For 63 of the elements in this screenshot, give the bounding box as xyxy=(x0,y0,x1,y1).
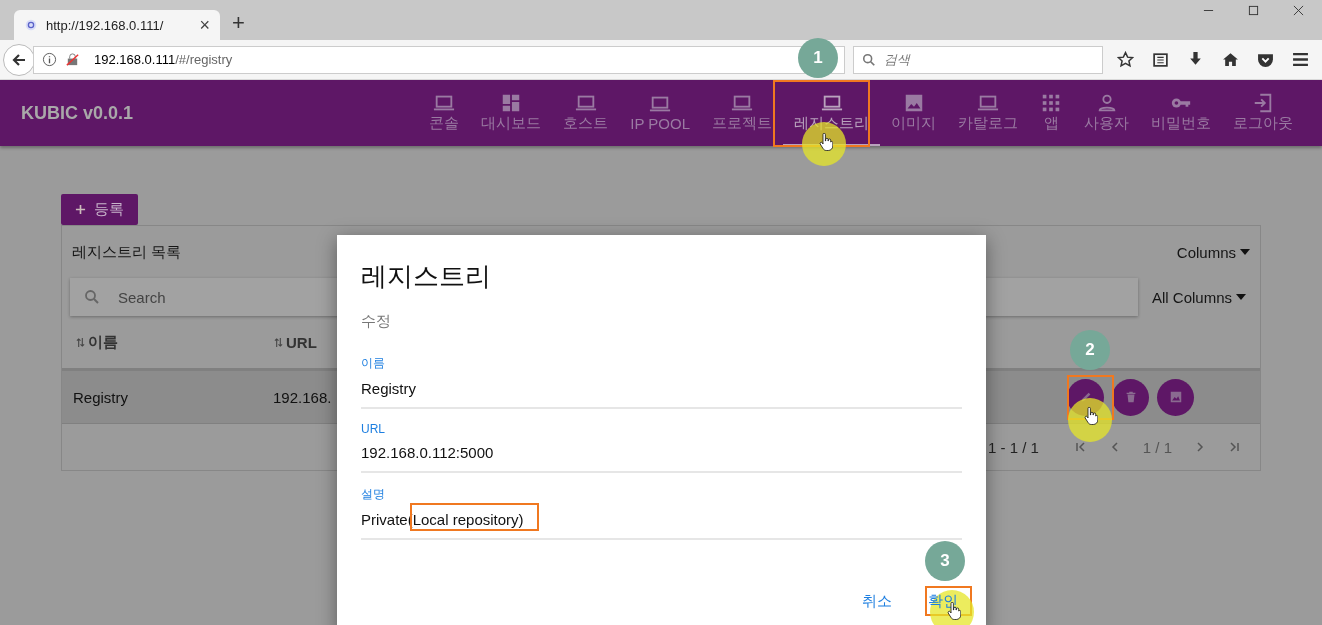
nav-item[interactable]: 사용자 xyxy=(1073,80,1140,146)
sort-icon xyxy=(274,336,283,348)
globe-icon xyxy=(24,18,38,32)
table-cell-text: Registry xyxy=(73,388,129,406)
text-field[interactable]: URL 192.168.0.112:5000 xyxy=(361,422,962,473)
dialog-title: 레지스트리 xyxy=(361,260,492,293)
column-header[interactable]: 이름 xyxy=(76,332,274,352)
url-text: 192.168.0.111/#/registry xyxy=(94,52,233,67)
close-tab-button[interactable]: × xyxy=(199,14,210,36)
image-button[interactable] xyxy=(1157,378,1194,416)
clipboard-icon[interactable] xyxy=(1152,51,1169,68)
browser-search-field[interactable]: 검색 xyxy=(853,45,1103,74)
nav-item[interactable]: IP POOL xyxy=(619,80,701,146)
step-badge: 2 xyxy=(1070,330,1110,370)
nav-item[interactable]: 로그아웃 xyxy=(1222,80,1304,146)
sort-icon xyxy=(76,336,85,348)
nav-item[interactable]: 앱 xyxy=(1029,80,1073,146)
columns-dropdown[interactable]: Columns xyxy=(1176,243,1250,261)
image-icon xyxy=(1168,390,1183,404)
browser-tab[interactable]: http://192.168.0.111/ × xyxy=(14,10,220,40)
tab-title: http://192.168.0.111/ xyxy=(46,17,165,33)
app-title: KUBIC v0.0.1 xyxy=(21,102,134,124)
bookmark-star-icon[interactable] xyxy=(1117,51,1134,68)
pocket-icon[interactable] xyxy=(1257,51,1274,68)
nav-item[interactable]: 이미지 xyxy=(880,80,947,146)
close-icon[interactable] xyxy=(1293,5,1304,16)
nav-item[interactable]: 비밀번호 xyxy=(1140,80,1222,146)
maximize-icon[interactable] xyxy=(1248,5,1259,16)
column-header[interactable]: URL xyxy=(274,333,317,351)
nav-item[interactable]: 카탈로그 xyxy=(947,80,1029,146)
nav-item[interactable]: 호스트 xyxy=(552,80,620,146)
last-page-icon[interactable] xyxy=(1228,441,1240,453)
info-icon[interactable] xyxy=(42,52,57,67)
dialog-button[interactable]: 취소 xyxy=(858,588,896,615)
home-icon[interactable] xyxy=(1222,51,1239,68)
back-arrow-icon xyxy=(11,51,27,68)
nav-item[interactable]: 프로젝트 xyxy=(701,80,783,146)
table-cell: 192.168. xyxy=(273,388,332,406)
logout-icon xyxy=(1252,91,1274,114)
new-tab-button[interactable]: + xyxy=(232,10,245,36)
back-button[interactable] xyxy=(3,43,35,76)
nav-item[interactable]: 대시보드 xyxy=(470,80,553,146)
plus-icon xyxy=(75,204,86,215)
first-page-icon[interactable] xyxy=(1074,441,1087,453)
delete-button[interactable] xyxy=(1112,378,1149,416)
caret-icon xyxy=(1236,294,1247,300)
download-icon[interactable] xyxy=(1187,51,1204,68)
column-filter-dropdown[interactable]: All Columns xyxy=(1152,288,1247,306)
row-range: 1 - 1 / 1 xyxy=(987,438,1039,456)
search-icon xyxy=(84,289,100,305)
table-title: 레지스트리 목록 xyxy=(72,242,182,262)
hand-cursor-icon xyxy=(819,133,833,151)
caret-icon xyxy=(1240,249,1250,255)
register-button[interactable]: 등록 xyxy=(61,194,138,225)
insecure-lock-icon[interactable] xyxy=(65,52,80,67)
dialog-subtitle: 수정 xyxy=(361,312,392,331)
hand-cursor-icon xyxy=(1084,407,1098,425)
text-field[interactable]: 이름 Registry xyxy=(361,355,962,409)
menu-icon[interactable] xyxy=(1292,51,1309,68)
page-number: 1 / 1 xyxy=(1142,438,1172,456)
nav-item[interactable]: 콘솔 xyxy=(418,80,471,146)
search-icon xyxy=(862,52,876,67)
next-page-icon[interactable] xyxy=(1194,441,1206,453)
